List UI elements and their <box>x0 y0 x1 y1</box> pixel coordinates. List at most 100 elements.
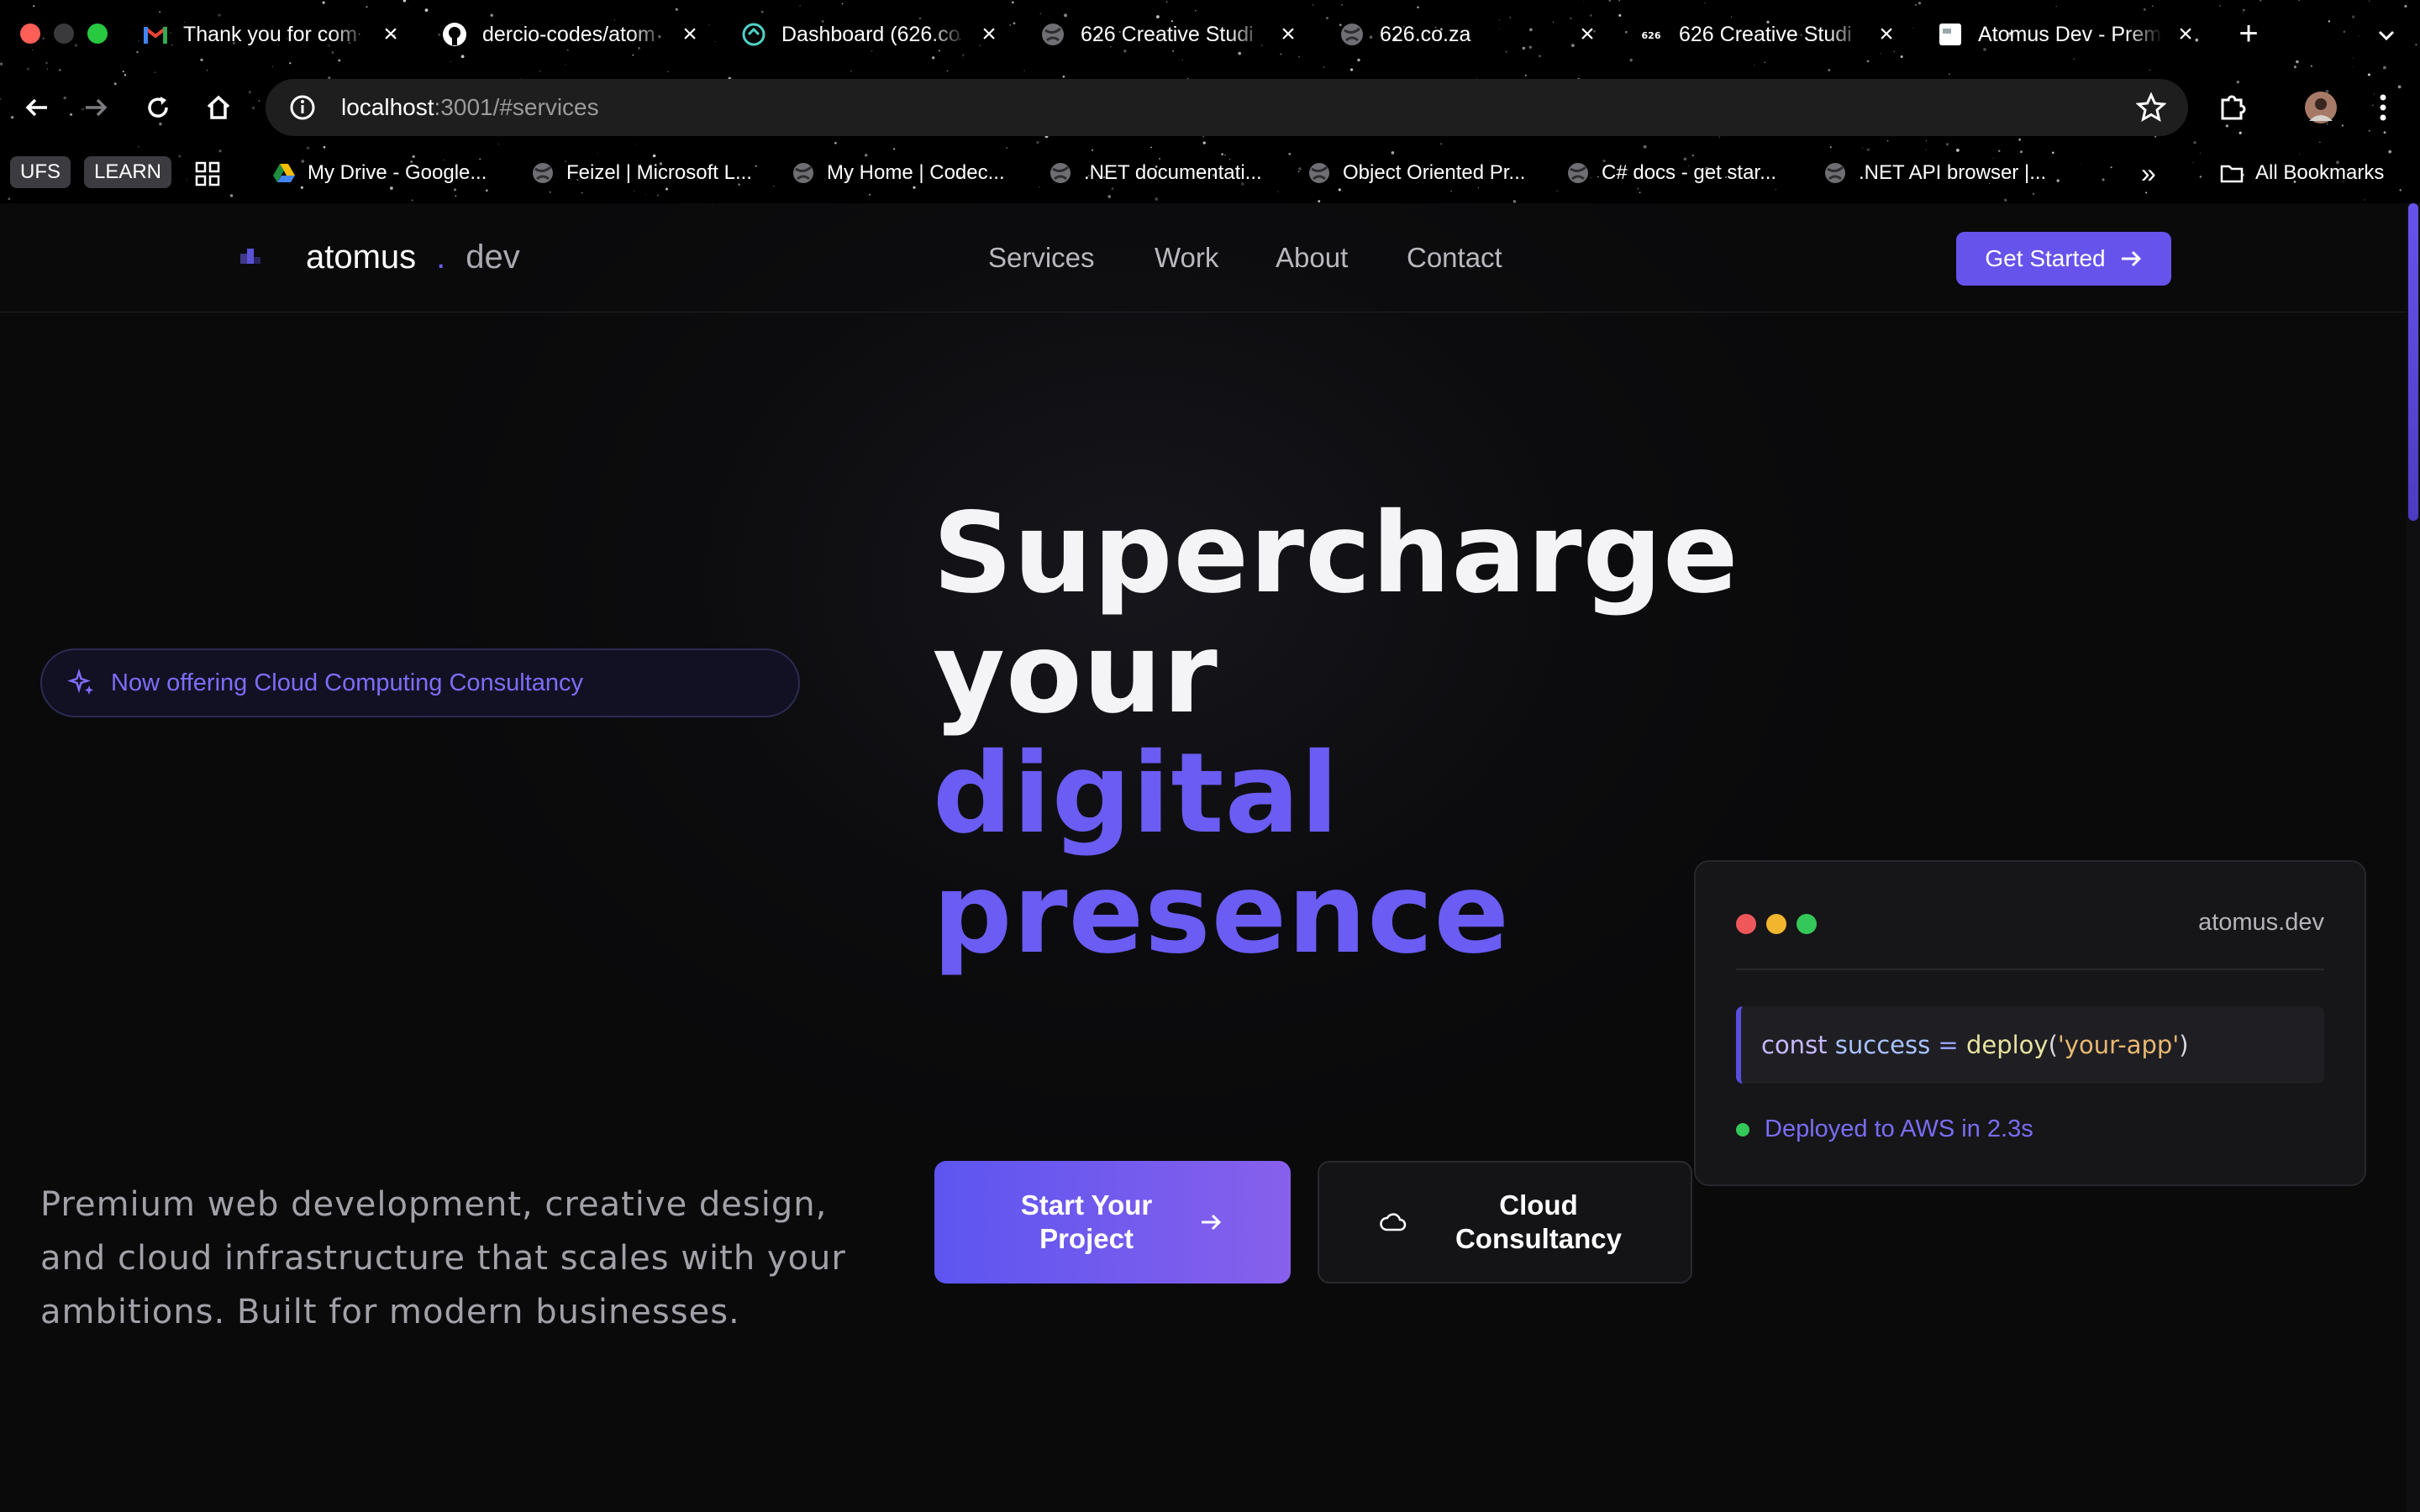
bookmark-item[interactable]: .NET documentati... <box>1049 158 1262 188</box>
browser-tab[interactable]: Thank you for com × <box>143 13 405 55</box>
window-minimize-button[interactable] <box>54 24 74 44</box>
window-dot-red <box>1736 914 1756 934</box>
star-dot <box>667 71 670 73</box>
close-tab-icon[interactable]: × <box>975 20 1003 49</box>
terminal-card: atomus.dev const success = deploy('your-… <box>1694 860 2366 1186</box>
site-info-icon[interactable] <box>289 94 316 121</box>
get-started-button[interactable]: Get Started <box>1956 232 2171 286</box>
address-bar[interactable]: localhost:3001/#services <box>266 79 2188 136</box>
close-tab-icon[interactable]: × <box>676 20 704 49</box>
window-zoom-button[interactable] <box>87 24 108 44</box>
nav-work[interactable]: Work <box>1155 242 1218 274</box>
close-tab-icon[interactable]: × <box>1573 20 1602 49</box>
code-function: deploy <box>1965 1031 2049 1059</box>
start-project-button[interactable]: Start Your Project <box>934 1161 1291 1284</box>
toolbar: localhost:3001/#services <box>0 76 2420 139</box>
apps-grid-icon[interactable] <box>195 161 220 186</box>
626-icon: 626 <box>1639 22 1664 47</box>
star-dot <box>2319 141 2321 144</box>
globe-icon <box>1825 163 1845 183</box>
bookmark-item[interactable]: Feizel | Microsoft L... <box>531 158 752 188</box>
start-project-label: Start Your Project <box>1020 1189 1153 1254</box>
star-dot <box>2364 199 2365 201</box>
star-dot <box>1439 142 1443 145</box>
bookmark-item[interactable]: .NET API browser |... <box>1823 158 2046 188</box>
nav-services[interactable]: Services <box>988 242 1095 274</box>
bookmark-item[interactable]: C# docs - get star... <box>1566 158 1776 188</box>
bookmark-folder-ufs[interactable]: UFS <box>10 156 71 188</box>
star-dot <box>1202 141 1206 144</box>
nav-about[interactable]: About <box>1276 242 1348 274</box>
tab-title: 626 Creative Studi <box>1679 22 1852 46</box>
new-tab-button[interactable]: + <box>2232 15 2265 52</box>
arrow-right-icon <box>2121 250 2141 267</box>
reload-button[interactable] <box>139 89 176 126</box>
close-tab-icon[interactable]: × <box>1274 20 1302 49</box>
star-dot <box>1036 140 1039 144</box>
tab-search-chevron-icon[interactable] <box>2371 20 2402 50</box>
browser-tab[interactable]: dercio-codes/atom × <box>442 13 704 55</box>
home-button[interactable] <box>200 89 237 126</box>
bookmark-label: Object Oriented Pr... <box>1343 161 1526 184</box>
code-string: 'your-app' <box>2057 1031 2180 1059</box>
nav-contact[interactable]: Contact <box>1407 242 1502 274</box>
window-dot-yellow <box>1766 914 1786 934</box>
page-icon <box>1938 22 1963 47</box>
hero-headline: Supercharge your digital presence <box>933 494 1739 974</box>
url-path: :3001/#services <box>434 94 599 120</box>
browser-tab[interactable]: 626.co.za × <box>1339 13 1602 55</box>
site-header: atomus . dev Services Work About Contact… <box>0 203 2407 312</box>
bookmark-item[interactable]: My Home | Codec... <box>792 158 1005 188</box>
bookmark-label: My Drive - Google... <box>308 161 487 184</box>
kebab-menu-icon <box>2380 94 2386 121</box>
announcement-badge[interactable]: Now offering Cloud Computing Consultancy <box>40 648 800 717</box>
headline-line-1: Supercharge <box>933 489 1739 618</box>
bookmark-label: C# docs - get star... <box>1602 161 1777 184</box>
window-dot-green <box>1797 914 1817 934</box>
hero-description: Premium web development, creative design… <box>40 1185 846 1331</box>
window-close-button[interactable] <box>20 24 40 44</box>
logo-name: atomus <box>306 238 417 276</box>
close-tab-icon[interactable]: × <box>2171 20 2200 49</box>
globe-icon <box>533 163 553 183</box>
netlify-icon <box>741 22 766 47</box>
browser-menu-button[interactable] <box>2365 89 2402 126</box>
url-host: localhost <box>341 94 434 120</box>
site-logo[interactable]: atomus . dev <box>237 234 520 281</box>
extensions-button[interactable] <box>2213 89 2250 126</box>
scrollbar-thumb[interactable] <box>2408 203 2418 521</box>
avatar-icon <box>2305 92 2337 123</box>
star-dot <box>1150 146 1152 149</box>
bookmark-item[interactable]: My Drive - Google... <box>272 158 487 188</box>
browser-tab[interactable]: 626 626 Creative Studi × <box>1639 13 1901 55</box>
tab-bar: Thank you for com × dercio-codes/atom × … <box>0 0 2420 69</box>
browser-tab[interactable]: 626 Creative Studi × <box>1040 13 1302 55</box>
cloud-consultancy-label: Cloud Consultancy <box>1455 1189 1623 1254</box>
deploy-status: Deployed to AWS in 2.3s <box>1736 1116 2033 1143</box>
star-dot <box>206 70 208 71</box>
close-tab-icon[interactable]: × <box>1872 20 1901 49</box>
cloud-consultancy-button[interactable]: Cloud Consultancy <box>1318 1161 1692 1284</box>
back-button[interactable] <box>18 89 55 126</box>
bookmark-star-icon[interactable] <box>2136 92 2166 123</box>
browser-tab-active[interactable]: Atomus Dev - Prem × <box>1938 13 2200 55</box>
profile-avatar[interactable] <box>2302 89 2339 126</box>
star-dot <box>323 145 326 149</box>
all-bookmarks-button[interactable]: All Bookmarks <box>2220 158 2384 188</box>
bookmark-item[interactable]: Object Oriented Pr... <box>1307 158 1525 188</box>
arrow-left-icon <box>25 98 47 117</box>
star-dot <box>122 71 124 73</box>
page-viewport: atomus . dev Services Work About Contact… <box>0 203 2420 1512</box>
browser-tab[interactable]: Dashboard (626.co × <box>741 13 1003 55</box>
star-dot <box>1155 197 1159 201</box>
tab-title: dercio-codes/atom <box>482 22 655 46</box>
globe-icon <box>1309 163 1329 183</box>
close-tab-icon[interactable]: × <box>376 20 405 49</box>
card-divider <box>1736 969 2324 970</box>
star-dot <box>154 71 156 73</box>
globe-icon <box>1040 22 1065 47</box>
bookmark-folder-learn[interactable]: LEARN <box>84 156 171 188</box>
more-bookmarks-button[interactable]: » <box>2141 158 2156 188</box>
code-paren-close: ) <box>2179 1031 2189 1059</box>
forward-button[interactable] <box>77 89 114 126</box>
